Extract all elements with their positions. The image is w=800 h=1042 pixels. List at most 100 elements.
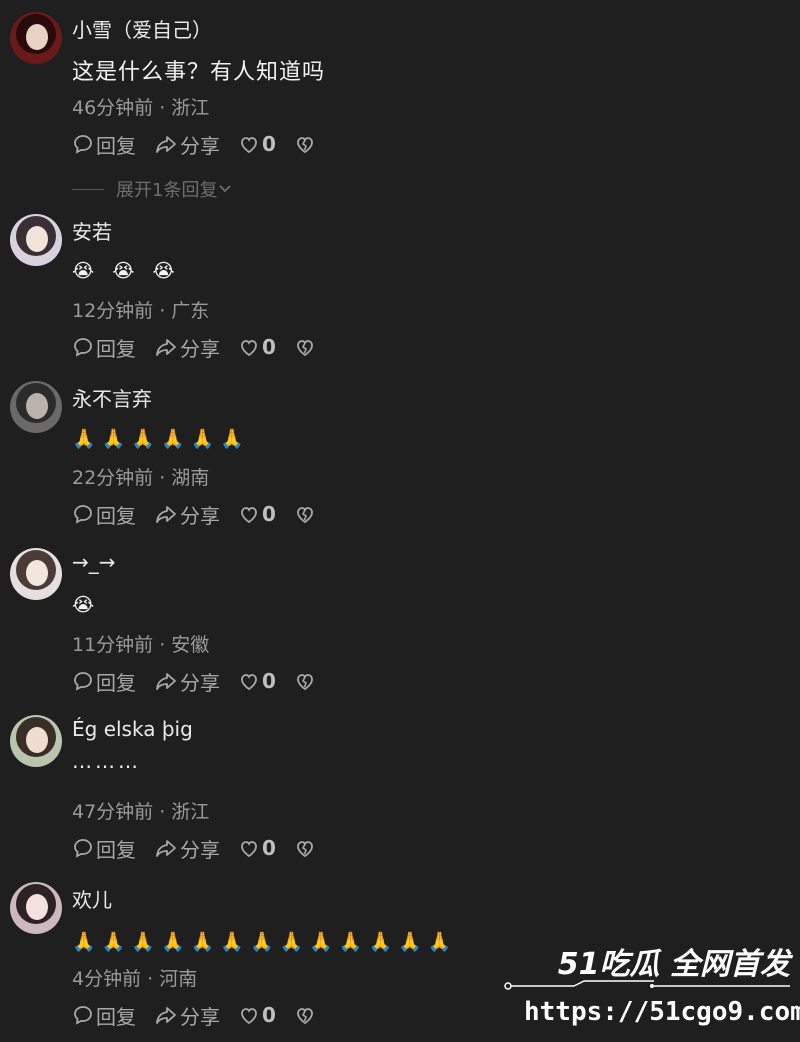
share-button[interactable]: 分享 <box>154 130 220 159</box>
dislike-button[interactable] <box>294 503 318 525</box>
divider <box>72 188 104 190</box>
share-arrow-icon <box>156 673 176 690</box>
dislike-button[interactable] <box>294 1004 318 1026</box>
reply-label: 回复 <box>96 503 136 528</box>
share-button[interactable]: 分享 <box>154 1001 220 1030</box>
share-arrow-icon <box>156 840 176 857</box>
comment-bubble-icon <box>74 338 92 357</box>
like-button[interactable]: 0 <box>238 132 276 156</box>
comment-actions: 回复 分享 0 <box>72 130 336 159</box>
share-label: 分享 <box>180 133 220 158</box>
comment-actions: 回复 分享 0 <box>72 333 336 362</box>
comment-username[interactable]: →_→ <box>72 550 116 574</box>
reply-label: 回复 <box>96 670 136 695</box>
heart-icon <box>241 340 257 357</box>
reply-button[interactable]: 回复 <box>72 1001 136 1030</box>
comment-username[interactable]: 欢儿 <box>72 884 112 913</box>
comment-meta: 46分钟前 · 浙江 <box>72 97 210 119</box>
reply-button[interactable]: 回复 <box>72 130 136 159</box>
like-button[interactable]: 0 <box>238 669 276 693</box>
comment-bubble-icon <box>74 1006 92 1025</box>
comment-bubble-icon <box>74 505 92 524</box>
broken-heart-icon <box>297 507 313 524</box>
share-button[interactable]: 分享 <box>154 500 220 529</box>
reply-button[interactable]: 回复 <box>72 333 136 362</box>
like-button[interactable]: 0 <box>238 836 276 860</box>
like-count: 0 <box>262 836 276 860</box>
like-count: 0 <box>262 1003 276 1027</box>
avatar[interactable] <box>10 12 62 64</box>
comment-text: 😭 😭 😭 <box>72 260 181 282</box>
comment-meta: 4分钟前 · 河南 <box>72 968 198 990</box>
broken-heart-icon <box>297 137 313 154</box>
comment-text: 🙏🙏🙏🙏🙏🙏🙏🙏🙏🙏🙏🙏🙏 <box>72 931 458 953</box>
comment-actions: 回复 分享 0 <box>72 500 336 529</box>
comment-actions: 回复 分享 0 <box>72 834 336 863</box>
share-label: 分享 <box>180 670 220 695</box>
comment-meta: 11分钟前 · 安徽 <box>72 634 210 656</box>
watermark: 51吃瓜 全网首发 https://51cgo9.com <box>504 939 800 1034</box>
avatar[interactable] <box>10 882 62 934</box>
share-arrow-icon <box>156 1007 176 1024</box>
like-count: 0 <box>262 132 276 156</box>
watermark-brand: 51吃瓜 全网首发 <box>557 947 790 982</box>
expand-label: 展开1条回复 <box>116 180 218 201</box>
avatar[interactable] <box>10 381 62 433</box>
like-button[interactable]: 0 <box>238 502 276 526</box>
chevron-down-icon <box>219 185 232 193</box>
comment-text: 😭 <box>72 594 101 616</box>
share-arrow-icon <box>156 136 176 153</box>
heart-icon <box>241 137 257 154</box>
reply-button[interactable]: 回复 <box>72 667 136 696</box>
reply-label: 回复 <box>96 336 136 361</box>
comment-bubble-icon <box>74 839 92 858</box>
dislike-button[interactable] <box>294 133 318 155</box>
comment-text: 这是什么事？有人知道吗 <box>72 60 326 85</box>
share-arrow-icon <box>156 339 176 356</box>
comment-username[interactable]: 小雪（爱自己） <box>72 14 212 43</box>
share-label: 分享 <box>180 503 220 528</box>
heart-icon <box>241 1008 257 1025</box>
avatar[interactable] <box>10 214 62 266</box>
like-count: 0 <box>262 335 276 359</box>
comment-username[interactable]: 永不言弃 <box>72 383 152 412</box>
dislike-button[interactable] <box>294 336 318 358</box>
share-button[interactable]: 分享 <box>154 667 220 696</box>
broken-heart-icon <box>297 841 313 858</box>
share-button[interactable]: 分享 <box>154 834 220 863</box>
like-button[interactable]: 0 <box>238 1003 276 1027</box>
comment-actions: 回复 分享 0 <box>72 667 336 696</box>
reply-button[interactable]: 回复 <box>72 834 136 863</box>
comment-actions: 回复 分享 0 <box>72 1001 336 1030</box>
comment-meta: 12分钟前 · 广东 <box>72 300 210 322</box>
share-label: 分享 <box>180 837 220 862</box>
broken-heart-icon <box>297 1008 313 1025</box>
dislike-button[interactable] <box>294 670 318 692</box>
share-button[interactable]: 分享 <box>154 333 220 362</box>
heart-icon <box>241 507 257 524</box>
comment-meta: 22分钟前 · 湖南 <box>72 467 210 489</box>
comment-text: ……… <box>72 749 141 773</box>
comment-meta: 47分钟前 · 浙江 <box>72 801 210 823</box>
reply-label: 回复 <box>96 837 136 862</box>
share-label: 分享 <box>180 336 220 361</box>
avatar[interactable] <box>10 548 62 600</box>
share-arrow-icon <box>156 506 176 523</box>
expand-replies-button[interactable]: 展开1条回复 <box>72 176 233 202</box>
like-count: 0 <box>262 669 276 693</box>
reply-button[interactable]: 回复 <box>72 500 136 529</box>
reply-label: 回复 <box>96 1004 136 1029</box>
like-button[interactable]: 0 <box>238 335 276 359</box>
heart-icon <box>241 841 257 858</box>
comment-username[interactable]: 安若 <box>72 216 112 245</box>
reply-label: 回复 <box>96 133 136 158</box>
avatar[interactable] <box>10 715 62 767</box>
comment-username[interactable]: Ég elska þig <box>72 717 193 741</box>
comment-bubble-icon <box>74 672 92 691</box>
watermark-url: https://51cgo9.com <box>524 997 800 1027</box>
dislike-button[interactable] <box>294 837 318 859</box>
broken-heart-icon <box>297 340 313 357</box>
comment-bubble-icon <box>74 135 92 154</box>
comment-text: 🙏🙏🙏🙏🙏🙏 <box>72 428 250 450</box>
circuit-line-icon <box>504 980 790 990</box>
